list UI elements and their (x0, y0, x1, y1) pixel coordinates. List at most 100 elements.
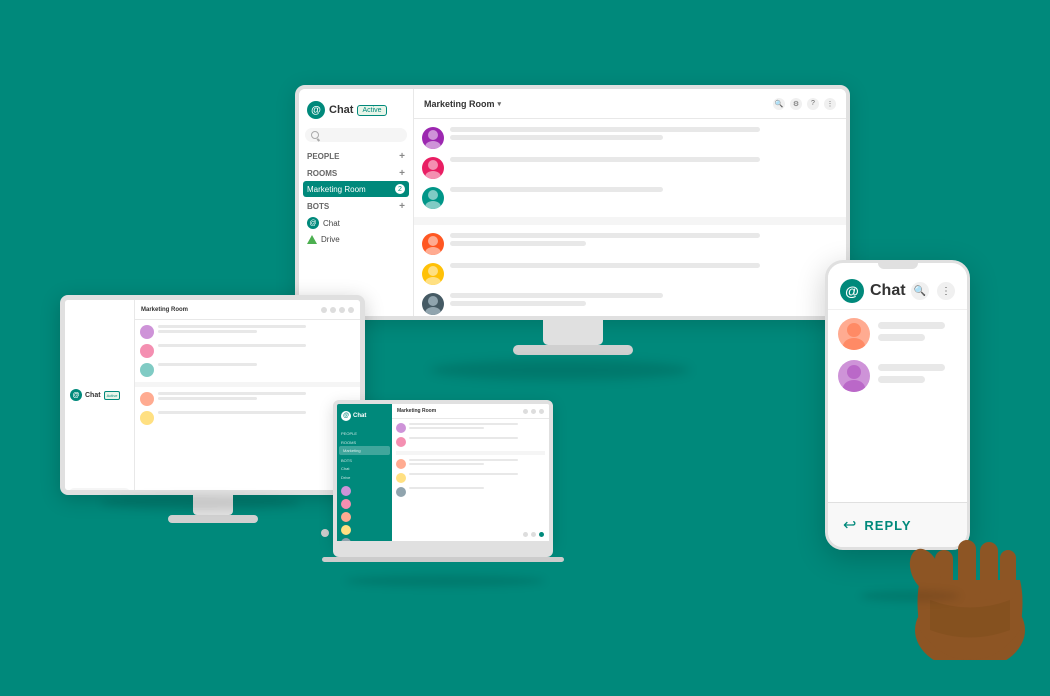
monitor-base (513, 345, 633, 355)
laptop-avatar-5 (341, 538, 351, 545)
left-header-icons (321, 307, 354, 313)
active-status-badge: Active (357, 105, 386, 116)
laptop-lines-4 (409, 473, 545, 475)
laptop-avatar-2 (341, 499, 351, 509)
laptop-shadow (345, 575, 545, 587)
chat-section-divider (414, 217, 846, 225)
phone: @ Chat 🔍 ⋮ (825, 260, 990, 600)
left-message-row (140, 411, 355, 425)
laptop-emoji-icon[interactable] (531, 532, 536, 537)
left-message-row (140, 325, 355, 339)
chevron-down-icon[interactable]: ▾ (498, 100, 502, 108)
laptop-bot-drive[interactable]: Drive (337, 473, 392, 482)
left-app-logo (70, 389, 82, 401)
laptop-search-icon[interactable] (523, 409, 528, 414)
search-icon (311, 131, 319, 139)
message-row (422, 233, 838, 255)
message-content (450, 187, 838, 192)
laptop-divider (396, 451, 545, 455)
left-messages-bottom (135, 387, 360, 430)
main-sidebar: Chat Active PEOPLE + ROOMS + Marketing R… (299, 89, 414, 316)
left-chat-content: Marketing Room (135, 300, 360, 490)
left-message-row (140, 392, 355, 406)
laptop-avatar-msg-3 (396, 459, 406, 469)
laptop-lines-1 (409, 423, 545, 429)
left-message-row (140, 344, 355, 358)
laptop-avatar-msg-2 (396, 437, 406, 447)
main-chat-content: Marketing Room ▾ 🔍 ⚙ ? ⋮ (414, 89, 846, 316)
left-avatar-5 (140, 411, 154, 425)
section-rooms: ROOMS + (299, 164, 413, 181)
phone-message-lines-2 (878, 360, 957, 383)
left-help-icon[interactable] (339, 307, 345, 313)
left-settings-icon[interactable] (330, 307, 336, 313)
message-row (422, 187, 838, 209)
left-apps-icon[interactable] (348, 307, 354, 313)
laptop-chat-content: Marketing Room (392, 404, 549, 541)
laptop-send-icon[interactable] (539, 532, 544, 537)
apps-icon[interactable]: ⋮ (824, 98, 836, 110)
help-icon[interactable]: ? (807, 98, 819, 110)
phone-search-icon[interactable]: 🔍 (911, 282, 929, 300)
message-line (450, 135, 663, 140)
left-avatar-4 (140, 392, 154, 406)
laptop-msg-5 (396, 487, 545, 497)
phone-more-icon[interactable]: ⋮ (937, 282, 955, 300)
search-bar[interactable] (305, 128, 407, 142)
monitor-shadow (430, 360, 690, 380)
app-logo-icon (307, 101, 325, 119)
phone-messages (828, 310, 967, 400)
laptop-msg-3 (396, 459, 545, 469)
message-row (422, 263, 838, 285)
settings-icon[interactable]: ⚙ (790, 98, 802, 110)
phone-header: @ Chat 🔍 ⋮ (828, 269, 967, 310)
laptop-settings-icon[interactable] (531, 409, 536, 414)
avatar-user-3 (422, 187, 444, 209)
laptop-marketing-room[interactable]: Marketing (339, 446, 390, 455)
avatar-user-6 (422, 293, 444, 315)
left-message-lines (158, 363, 355, 366)
phone-header-icons: 🔍 ⋮ (911, 282, 955, 300)
message-line (450, 157, 760, 162)
laptop-screen: @ Chat PEOPLE ROOMS Marketing BOTS Chat … (333, 400, 553, 545)
section-people: PEOPLE + (299, 147, 413, 164)
left-monitor-base (168, 515, 258, 523)
messages-bottom (414, 225, 846, 316)
left-sidebar: Chat Active PEOPLE + ROOMS + Marketing R… (65, 300, 135, 490)
add-room-icon[interactable]: + (399, 168, 405, 179)
left-message-lines (158, 344, 355, 347)
laptop-avatar-msg-4 (396, 473, 406, 483)
message-row (422, 127, 838, 149)
laptop-bot-chat[interactable]: Chat (337, 464, 392, 473)
message-row (422, 293, 838, 315)
app-header: Chat Active (299, 97, 413, 123)
phone-shadow (860, 590, 960, 602)
laptop-msg-1 (396, 423, 545, 433)
message-line (450, 187, 663, 192)
left-search-icon[interactable] (321, 307, 327, 313)
messages-top (414, 119, 846, 217)
laptop-avatar-4 (341, 525, 351, 535)
laptop-section-rooms: ROOMS (337, 437, 392, 446)
search-icon[interactable]: 🔍 (773, 98, 785, 110)
avatar-user-2 (422, 157, 444, 179)
laptop-attach-icon[interactable] (523, 532, 528, 537)
laptop-messages (392, 419, 549, 501)
laptop-header-icons (523, 409, 544, 414)
avatar-user-4 (422, 233, 444, 255)
left-search-bar[interactable] (69, 488, 130, 495)
sidebar-item-marketing-room[interactable]: Marketing Room 2 (303, 181, 409, 197)
chat-bot-icon (307, 217, 319, 229)
laptop-apps-icon[interactable] (539, 409, 544, 414)
phone-message-lines-1 (878, 318, 957, 341)
unread-badge: 2 (395, 184, 405, 194)
laptop-lines-3 (409, 459, 545, 465)
laptop-base-bar (333, 545, 553, 557)
reply-arrow-icon: ↩ (843, 515, 856, 535)
bot-chat[interactable]: Chat (299, 214, 413, 232)
add-people-icon[interactable]: + (399, 151, 405, 162)
phone-logo-icon: @ (840, 279, 864, 303)
add-bot-icon[interactable]: + (399, 201, 405, 212)
laptop-msg-4 (396, 473, 545, 483)
bot-drive[interactable]: Drive (299, 232, 413, 247)
